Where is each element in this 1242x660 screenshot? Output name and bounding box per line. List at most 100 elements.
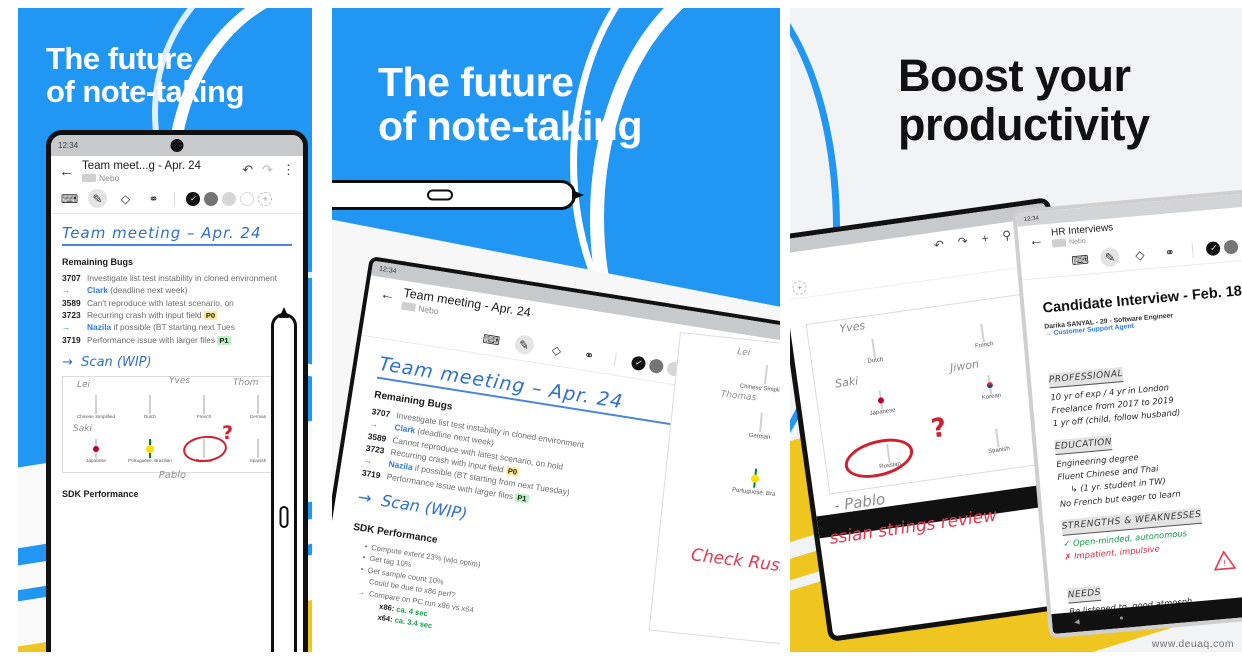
flag-spanish-icon — [257, 439, 259, 459]
stylus-button-icon — [427, 189, 453, 201]
undo-icon[interactable]: ↶ — [242, 162, 253, 178]
bug-text: if possible (BT starting next Tues — [113, 322, 235, 333]
handwriting-note: Saki — [73, 424, 92, 435]
handwriting-note: Lei — [736, 347, 751, 359]
keyboard-icon[interactable]: ⌨ — [60, 189, 79, 208]
pen-icon[interactable]: ✎ — [1099, 246, 1121, 268]
swatch-gray[interactable] — [647, 357, 664, 374]
flag-japanese-icon — [95, 439, 97, 459]
swatch-gray[interactable] — [204, 191, 218, 206]
bug-row: 3707 Investigate list test instability i… — [62, 273, 292, 284]
panel-2-heading: The future of note-taking — [378, 59, 643, 150]
hr-notes: PROFESSIONAL 10 yr of exp / 4 yr in Lond… — [1048, 341, 1242, 620]
section-heading: Remaining Bugs — [62, 257, 134, 267]
toolbar-divider — [1191, 242, 1194, 257]
status-bar: 12:34 — [51, 135, 303, 156]
flag-chinese-icon — [95, 395, 97, 415]
app-name: Nebo — [417, 303, 440, 317]
add-color-icon[interactable]: + — [791, 279, 808, 296]
promo-panel-2: The future of note-taking 12:34 ← Team m… — [332, 8, 780, 652]
back-icon[interactable]: ← — [59, 160, 74, 179]
app-bar: ← Team meet...g - Apr. 24 Nebo ↶ ↷ ⋮ — [51, 156, 303, 186]
svg-text:!: ! — [1223, 557, 1226, 567]
screenshot-gallery: The future of note-taking 12:34 ← Team m… — [0, 0, 1242, 660]
eraser-icon[interactable]: ◇ — [116, 189, 135, 208]
bug-row: → Nazila if possible (BT starting next T… — [62, 322, 292, 333]
keyboard-icon[interactable]: ⌨ — [481, 329, 503, 351]
flag-row: Lei Chinese Simplified Dutch Yves French — [69, 376, 285, 420]
flag-cell: Russian ? — [177, 422, 233, 465]
lasso-icon[interactable]: ⚭ — [578, 344, 600, 366]
bug-text: (deadline next week) — [110, 285, 188, 296]
flag-cell: Yves French — [169, 376, 231, 420]
back-nav-icon[interactable]: ◀ — [1074, 618, 1080, 626]
swatch-light-gray[interactable] — [222, 191, 236, 206]
color-swatches: ✓ — [1205, 234, 1242, 256]
swatch-black[interactable]: ✓ — [630, 354, 647, 371]
lasso-icon[interactable]: ⚭ — [1159, 242, 1180, 263]
undo-icon[interactable]: ↶ — [933, 237, 945, 252]
ink-scan-text: Scan (WIP) — [81, 355, 152, 371]
assignee: Clark — [393, 422, 416, 436]
pen-icon[interactable]: ✎ — [88, 189, 107, 208]
home-nav-icon[interactable]: ● — [1119, 614, 1124, 621]
eraser-icon[interactable]: ◇ — [546, 339, 568, 361]
tool-bar: ⌨ ✎ ◇ ⚭ ✓ + — [51, 186, 303, 214]
bug-row: 3723 Recurring crash with input field P0 — [62, 310, 292, 321]
redo-icon[interactable]: ↷ — [957, 234, 969, 249]
swatch-gray[interactable] — [1223, 238, 1239, 255]
app-name: Nebo — [1068, 237, 1086, 246]
handwriting-note: Thomas — [720, 389, 757, 404]
back-icon[interactable]: ← — [379, 282, 397, 304]
status-time: 12:34 — [378, 265, 397, 276]
panel-3-heading: Boost your productivity — [898, 50, 1150, 150]
lasso-icon[interactable]: ⚭ — [144, 189, 163, 208]
flag-chinese-icon — [764, 365, 768, 385]
bug-row: 3719 Performance issue with larger files… — [62, 335, 292, 346]
flag-label: Chinese Simplified — [76, 414, 116, 420]
ink-scan-text: Scan (WIP) — [380, 490, 469, 524]
bug-text: Recurring crash with input field — [87, 310, 202, 321]
status-time: 12:34 — [58, 141, 79, 150]
bug-row: 3589 Can't reproduce with latest scenari… — [62, 298, 292, 309]
flag-brazil-icon — [149, 439, 151, 459]
flag-cell: Portuguese, Bra — [671, 431, 780, 504]
more-icon[interactable]: ⋮ — [282, 162, 295, 178]
bug-id: 3719 — [361, 467, 382, 480]
flag-cell: Yves Dutch — [816, 318, 930, 371]
handwriting-note: Lei — [77, 380, 91, 391]
assignee: Clark — [87, 285, 108, 296]
keyboard-icon[interactable]: ⌨ — [1070, 249, 1091, 270]
eraser-icon[interactable]: ◇ — [1130, 244, 1151, 265]
nebo-logo-icon — [1051, 238, 1067, 248]
swatch-black[interactable]: ✓ — [1205, 240, 1221, 256]
flag-brazil-icon — [753, 468, 758, 488]
flag-label: Portuguese, Bra — [731, 487, 776, 498]
add-icon[interactable]: + — [981, 231, 990, 246]
search-icon[interactable]: ⚲ — [1001, 228, 1012, 243]
stylus-illustration — [271, 313, 297, 652]
add-color-icon[interactable]: + — [258, 191, 272, 206]
pen-icon[interactable]: ✎ — [513, 333, 535, 356]
bug-row: → Clark (deadline next week) — [62, 285, 292, 296]
right-tablet-wrapper: 12:34 ← HR Interviews Nebo ⌨ ✎ ◇ ⚭ ✓ Can… — [1012, 181, 1242, 648]
handwriting-note: Jiwon — [949, 357, 980, 375]
flag-row: Russian ? Spanish — [831, 410, 1054, 485]
swatch-white[interactable] — [240, 191, 254, 206]
note-ink-title: Team meeting – Apr. 24 — [62, 224, 262, 242]
flag-label: French — [196, 414, 212, 420]
ink-underline — [62, 244, 292, 246]
watermark: www.deuaq.com — [1151, 638, 1234, 650]
flag-cell: Dutch — [123, 384, 177, 419]
flag-dutch-icon — [149, 395, 151, 415]
hr-section-heading: NEEDS — [1067, 585, 1102, 604]
camera-punchhole-icon — [170, 139, 184, 152]
handwriting-pablo: Pablo — [158, 470, 187, 482]
priority-tag: P1 — [217, 335, 231, 345]
swatch-black[interactable]: ✓ — [186, 191, 200, 206]
tablet-device-right: 12:34 ← HR Interviews Nebo ⌨ ✎ ◇ ⚭ ✓ Can… — [1012, 181, 1242, 639]
redo-icon[interactable]: ↷ — [262, 162, 273, 178]
bug-text: Investigate list test instability in clo… — [87, 273, 277, 283]
back-icon[interactable]: ← — [1028, 228, 1044, 249]
handwriting-note: Yves — [838, 318, 866, 336]
